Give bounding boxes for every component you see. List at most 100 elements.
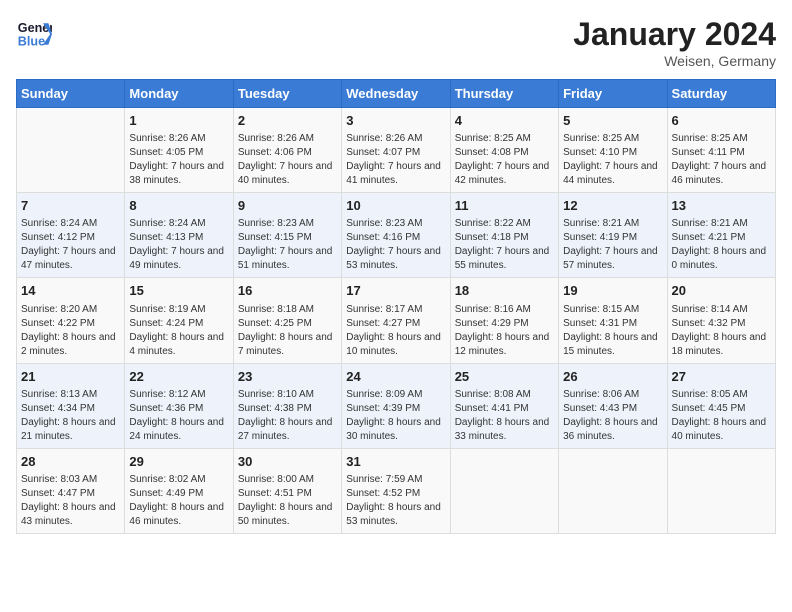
day-number: 8 <box>129 197 228 215</box>
weekday-header-tuesday: Tuesday <box>233 80 341 108</box>
weekday-header-row: SundayMondayTuesdayWednesdayThursdayFrid… <box>17 80 776 108</box>
day-info: Sunrise: 8:06 AM Sunset: 4:43 PM Dayligh… <box>563 388 662 444</box>
day-info: Sunrise: 8:12 AM Sunset: 4:36 PM Dayligh… <box>129 388 228 444</box>
calendar-cell: 22 Sunrise: 8:12 AM Sunset: 4:36 PM Dayli… <box>125 363 233 448</box>
calendar-table: SundayMondayTuesdayWednesdayThursdayFrid… <box>16 79 776 534</box>
calendar-cell: 16 Sunrise: 8:18 AM Sunset: 4:25 PM Dayli… <box>233 278 341 363</box>
month-year: January 2024 <box>573 16 776 53</box>
calendar-cell: 20 Sunrise: 8:14 AM Sunset: 4:32 PM Dayli… <box>667 278 775 363</box>
day-info: Sunrise: 8:24 AM Sunset: 4:13 PM Dayligh… <box>129 217 228 273</box>
day-info: Sunrise: 8:25 AM Sunset: 4:08 PM Dayligh… <box>455 132 554 188</box>
calendar-cell: 12Sunrise: 8:21 AM Sunset: 4:19 PM Dayli… <box>559 193 667 278</box>
header: General Blue January 2024 Weisen, German… <box>16 16 776 69</box>
calendar-week-row: 28Sunrise: 8:03 AM Sunset: 4:47 PM Dayli… <box>17 448 776 533</box>
day-info: Sunrise: 8:22 AM Sunset: 4:18 PM Dayligh… <box>455 217 554 273</box>
day-info: Sunrise: 8:26 AM Sunset: 4:05 PM Dayligh… <box>129 132 228 188</box>
calendar-cell: 21 Sunrise: 8:13 AM Sunset: 4:34 PM Dayli… <box>17 363 125 448</box>
day-info: Sunrise: 8:15 AM Sunset: 4:31 PM Dayligh… <box>563 303 662 359</box>
calendar-cell: 28Sunrise: 8:03 AM Sunset: 4:47 PM Dayli… <box>17 448 125 533</box>
calendar-cell: 26 Sunrise: 8:06 AM Sunset: 4:43 PM Dayli… <box>559 363 667 448</box>
calendar-cell: 2 Sunrise: 8:26 AM Sunset: 4:06 PM Daylig… <box>233 108 341 193</box>
day-number: 31 <box>346 453 445 471</box>
day-info: Sunrise: 8:26 AM Sunset: 4:07 PM Dayligh… <box>346 132 445 188</box>
weekday-header-saturday: Saturday <box>667 80 775 108</box>
weekday-header-sunday: Sunday <box>17 80 125 108</box>
day-info: Sunrise: 8:24 AM Sunset: 4:12 PM Dayligh… <box>21 217 120 273</box>
day-number: 19 <box>563 282 662 300</box>
location: Weisen, Germany <box>573 53 776 69</box>
calendar-cell: 4 Sunrise: 8:25 AM Sunset: 4:08 PM Daylig… <box>450 108 558 193</box>
calendar-week-row: 14 Sunrise: 8:20 AM Sunset: 4:22 PM Dayli… <box>17 278 776 363</box>
day-number: 22 <box>129 368 228 386</box>
day-info: Sunrise: 8:10 AM Sunset: 4:38 PM Dayligh… <box>238 388 337 444</box>
calendar-cell: 30Sunrise: 8:00 AM Sunset: 4:51 PM Dayli… <box>233 448 341 533</box>
calendar-cell: 8 Sunrise: 8:24 AM Sunset: 4:13 PM Daylig… <box>125 193 233 278</box>
day-info: Sunrise: 8:02 AM Sunset: 4:49 PM Dayligh… <box>129 473 228 529</box>
day-info: Sunrise: 8:19 AM Sunset: 4:24 PM Dayligh… <box>129 303 228 359</box>
calendar-cell: 1 Sunrise: 8:26 AM Sunset: 4:05 PM Daylig… <box>125 108 233 193</box>
day-number: 7 <box>21 197 120 215</box>
day-info: Sunrise: 8:23 AM Sunset: 4:16 PM Dayligh… <box>346 217 445 273</box>
day-number: 5 <box>563 112 662 130</box>
calendar-cell: 18Sunrise: 8:16 AM Sunset: 4:29 PM Dayli… <box>450 278 558 363</box>
day-number: 15 <box>129 282 228 300</box>
day-info: Sunrise: 8:17 AM Sunset: 4:27 PM Dayligh… <box>346 303 445 359</box>
title-area: January 2024 Weisen, Germany <box>573 16 776 69</box>
weekday-header-thursday: Thursday <box>450 80 558 108</box>
calendar-week-row: 1 Sunrise: 8:26 AM Sunset: 4:05 PM Daylig… <box>17 108 776 193</box>
day-number: 24 <box>346 368 445 386</box>
day-info: Sunrise: 8:20 AM Sunset: 4:22 PM Dayligh… <box>21 303 120 359</box>
calendar-week-row: 21 Sunrise: 8:13 AM Sunset: 4:34 PM Dayli… <box>17 363 776 448</box>
calendar-cell: 24Sunrise: 8:09 AM Sunset: 4:39 PM Dayli… <box>342 363 450 448</box>
day-number: 13 <box>672 197 771 215</box>
calendar-cell: 19 Sunrise: 8:15 AM Sunset: 4:31 PM Dayli… <box>559 278 667 363</box>
calendar-cell <box>17 108 125 193</box>
weekday-header-friday: Friday <box>559 80 667 108</box>
day-number: 9 <box>238 197 337 215</box>
calendar-cell: 5Sunrise: 8:25 AM Sunset: 4:10 PM Daylig… <box>559 108 667 193</box>
calendar-cell: 27 Sunrise: 8:05 AM Sunset: 4:45 PM Dayli… <box>667 363 775 448</box>
day-info: Sunrise: 8:25 AM Sunset: 4:11 PM Dayligh… <box>672 132 771 188</box>
calendar-cell: 14 Sunrise: 8:20 AM Sunset: 4:22 PM Dayli… <box>17 278 125 363</box>
day-number: 18 <box>455 282 554 300</box>
day-number: 3 <box>346 112 445 130</box>
day-number: 12 <box>563 197 662 215</box>
calendar-cell: 3 Sunrise: 8:26 AM Sunset: 4:07 PM Daylig… <box>342 108 450 193</box>
day-info: Sunrise: 8:21 AM Sunset: 4:21 PM Dayligh… <box>672 217 771 273</box>
day-number: 26 <box>563 368 662 386</box>
calendar-cell <box>559 448 667 533</box>
calendar-cell: 11Sunrise: 8:22 AM Sunset: 4:18 PM Dayli… <box>450 193 558 278</box>
calendar-cell: 10 Sunrise: 8:23 AM Sunset: 4:16 PM Dayli… <box>342 193 450 278</box>
calendar-cell: 29Sunrise: 8:02 AM Sunset: 4:49 PM Dayli… <box>125 448 233 533</box>
calendar-cell: 17Sunrise: 8:17 AM Sunset: 4:27 PM Dayli… <box>342 278 450 363</box>
day-info: Sunrise: 8:05 AM Sunset: 4:45 PM Dayligh… <box>672 388 771 444</box>
calendar-cell: 31Sunrise: 7:59 AM Sunset: 4:52 PM Dayli… <box>342 448 450 533</box>
logo: General Blue <box>16 16 52 52</box>
day-number: 23 <box>238 368 337 386</box>
calendar-cell: 25Sunrise: 8:08 AM Sunset: 4:41 PM Dayli… <box>450 363 558 448</box>
day-info: Sunrise: 8:14 AM Sunset: 4:32 PM Dayligh… <box>672 303 771 359</box>
day-number: 1 <box>129 112 228 130</box>
day-info: Sunrise: 8:18 AM Sunset: 4:25 PM Dayligh… <box>238 303 337 359</box>
day-number: 21 <box>21 368 120 386</box>
svg-text:Blue: Blue <box>18 35 45 49</box>
day-info: Sunrise: 8:03 AM Sunset: 4:47 PM Dayligh… <box>21 473 120 529</box>
weekday-header-monday: Monday <box>125 80 233 108</box>
calendar-cell <box>667 448 775 533</box>
day-info: Sunrise: 8:13 AM Sunset: 4:34 PM Dayligh… <box>21 388 120 444</box>
day-number: 14 <box>21 282 120 300</box>
calendar-cell: 7 Sunrise: 8:24 AM Sunset: 4:12 PM Daylig… <box>17 193 125 278</box>
day-number: 10 <box>346 197 445 215</box>
day-number: 4 <box>455 112 554 130</box>
day-number: 20 <box>672 282 771 300</box>
day-number: 16 <box>238 282 337 300</box>
calendar-cell <box>450 448 558 533</box>
calendar-cell: 13 Sunrise: 8:21 AM Sunset: 4:21 PM Dayli… <box>667 193 775 278</box>
day-info: Sunrise: 8:26 AM Sunset: 4:06 PM Dayligh… <box>238 132 337 188</box>
calendar-cell: 6Sunrise: 8:25 AM Sunset: 4:11 PM Daylig… <box>667 108 775 193</box>
day-number: 27 <box>672 368 771 386</box>
calendar-week-row: 7 Sunrise: 8:24 AM Sunset: 4:12 PM Daylig… <box>17 193 776 278</box>
calendar-cell: 9Sunrise: 8:23 AM Sunset: 4:15 PM Daylig… <box>233 193 341 278</box>
day-number: 2 <box>238 112 337 130</box>
calendar-body: 1 Sunrise: 8:26 AM Sunset: 4:05 PM Daylig… <box>17 108 776 534</box>
